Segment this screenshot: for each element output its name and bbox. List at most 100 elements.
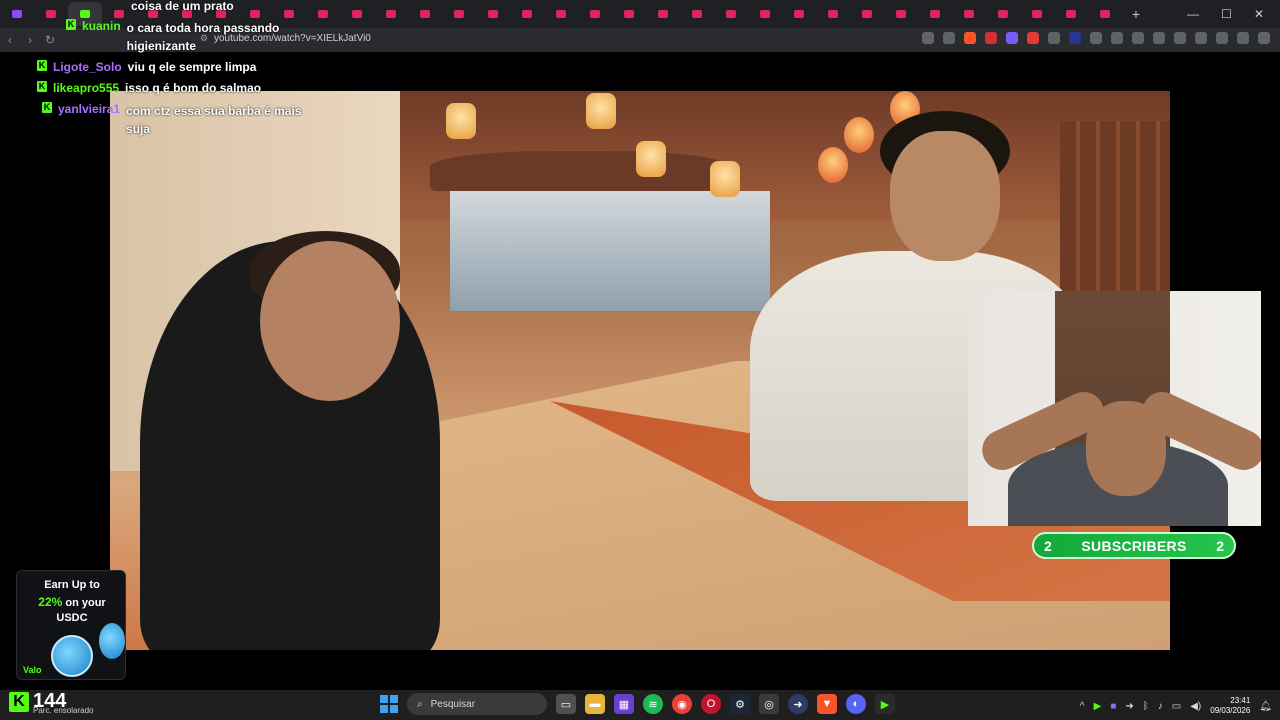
browser-tab[interactable] <box>952 2 986 26</box>
tray-app-icon[interactable]: ■ <box>1110 701 1116 712</box>
maximize-button[interactable]: ☐ <box>1221 7 1232 21</box>
youtube-tab-icon <box>1066 10 1076 18</box>
reload-icon[interactable]: ↻ <box>40 33 60 47</box>
spotify-icon[interactable]: ≋ <box>643 694 663 714</box>
brave-rewards-icon[interactable] <box>985 32 997 44</box>
chat-username[interactable]: Ligote_Solo <box>53 60 122 74</box>
subscribers-label: SUBSCRIBERS <box>1081 537 1187 554</box>
forward-arrow-icon[interactable]: › <box>20 33 40 47</box>
network-icon[interactable]: ▭ <box>1172 701 1181 712</box>
browser-tab[interactable] <box>442 2 476 26</box>
browser-tab[interactable] <box>544 2 578 26</box>
microphone-icon[interactable]: ♪ <box>1158 701 1163 712</box>
browser-tab[interactable] <box>1088 2 1122 26</box>
wallet-icon[interactable] <box>1195 32 1207 44</box>
ad-percent: 22% <box>38 595 63 609</box>
extension-icon[interactable] <box>1027 32 1039 44</box>
youtube-tab-icon <box>964 10 974 18</box>
chat-username[interactable]: yanlvieira1 <box>58 102 120 138</box>
browser-tab[interactable] <box>34 2 68 26</box>
browser-tab[interactable] <box>748 2 782 26</box>
extension-icon[interactable] <box>1069 32 1081 44</box>
back-arrow-icon[interactable]: ‹ <box>0 33 20 47</box>
steam-icon[interactable]: ⚙ <box>730 694 750 714</box>
taskbar-search[interactable]: ⌕ Pesquisar <box>407 693 547 715</box>
puzzle-icon[interactable] <box>1111 32 1123 44</box>
chrome-icon[interactable]: ◉ <box>672 694 692 714</box>
new-tab-button[interactable]: + <box>1122 6 1150 22</box>
browser-tab[interactable] <box>680 2 714 26</box>
browser-tab[interactable] <box>578 2 612 26</box>
browser-tab[interactable] <box>510 2 544 26</box>
extension-icon[interactable] <box>1006 32 1018 44</box>
browser-tab[interactable] <box>476 2 510 26</box>
red-lantern <box>844 117 874 153</box>
share-icon[interactable] <box>943 32 955 44</box>
brave-shield-icon[interactable] <box>964 32 976 44</box>
cast-icon[interactable] <box>922 32 934 44</box>
chat-username[interactable]: likeapro555 <box>53 81 119 95</box>
browser-tab[interactable] <box>986 2 1020 26</box>
browser-tab[interactable] <box>918 2 952 26</box>
extension-icon[interactable] <box>1048 32 1060 44</box>
youtube-tab-icon <box>284 10 294 18</box>
subscribers-left-count: 2 <box>1044 537 1052 554</box>
browser-tab[interactable] <box>646 2 680 26</box>
notification-icon[interactable]: 🔔︎ <box>1259 701 1272 712</box>
opera-icon[interactable]: O <box>701 694 721 714</box>
kick-app-icon[interactable]: ▶ <box>875 694 895 714</box>
browser-tab[interactable] <box>1054 2 1088 26</box>
webcam-head <box>1086 401 1166 496</box>
windows-start-icon[interactable] <box>380 695 398 713</box>
youtube-tab-icon <box>794 10 804 18</box>
app-icon[interactable]: ◎ <box>759 694 779 714</box>
chat-username[interactable]: kuanin <box>82 19 121 55</box>
subscribers-right-count: 2 <box>1216 537 1224 554</box>
system-tray: ^ ▶ ■ ➜ ᛒ ♪ ▭ ◀) 23:41 09/03/2026 🔔︎ <box>1080 696 1272 716</box>
music-icon[interactable] <box>1153 32 1165 44</box>
file-explorer-icon[interactable]: ▬ <box>585 694 605 714</box>
vpn-icon[interactable] <box>1237 32 1249 44</box>
discord-icon[interactable]: ◐ <box>846 694 866 714</box>
menu-icon[interactable] <box>1258 32 1270 44</box>
app-grid-icon[interactable]: ▦ <box>614 694 634 714</box>
tray-app-icon[interactable]: ➜ <box>1125 701 1133 712</box>
browser-tab[interactable] <box>340 2 374 26</box>
sushi-bar-roof <box>430 151 730 191</box>
bluetooth-icon[interactable]: ᛒ <box>1143 701 1149 712</box>
chat-text: viu q ele sempre limpa <box>127 60 257 74</box>
browser-tab[interactable] <box>374 2 408 26</box>
browser-tab[interactable] <box>1020 2 1054 26</box>
leo-ai-icon[interactable] <box>1216 32 1228 44</box>
kick-badge-icon: K <box>37 81 47 92</box>
sidebar-icon[interactable] <box>1174 32 1186 44</box>
browser-tab[interactable] <box>714 2 748 26</box>
chat-message: K kuanin o cara toda hora passando higie… <box>66 19 326 55</box>
task-view-icon[interactable]: ▭ <box>556 694 576 714</box>
chat-message: K Ligote_Solo viu q ele sempre limpa <box>37 60 256 74</box>
volume-icon[interactable]: ◀) <box>1190 701 1201 712</box>
kick-badge-icon: K <box>42 102 52 113</box>
screenshot-icon[interactable] <box>1132 32 1144 44</box>
youtube-tab-icon <box>522 10 532 18</box>
browser-tab[interactable] <box>850 2 884 26</box>
extension-icon[interactable] <box>1090 32 1102 44</box>
brave-icon[interactable]: ▼ <box>817 694 837 714</box>
browser-tab[interactable] <box>408 2 442 26</box>
browser-tab[interactable] <box>612 2 646 26</box>
youtube-tab-icon <box>250 10 260 18</box>
kitchen-background <box>450 191 770 311</box>
tray-app-icon[interactable]: ▶ <box>1094 701 1102 712</box>
youtube-tab-icon <box>352 10 362 18</box>
chevron-up-icon[interactable]: ^ <box>1080 701 1085 712</box>
app-icon[interactable]: ➜ <box>788 694 808 714</box>
close-window-button[interactable]: ✕ <box>1254 7 1264 21</box>
crypto-ad-widget[interactable]: Earn Up to 22% on your USDC Valo <box>16 570 126 680</box>
minimize-button[interactable]: — <box>1187 7 1199 21</box>
clock[interactable]: 23:41 09/03/2026 <box>1210 696 1250 716</box>
browser-tab[interactable] <box>0 2 34 26</box>
kick-logo-icon: K <box>9 691 29 712</box>
browser-tab[interactable] <box>884 2 918 26</box>
browser-tab[interactable] <box>782 2 816 26</box>
browser-tab[interactable] <box>816 2 850 26</box>
